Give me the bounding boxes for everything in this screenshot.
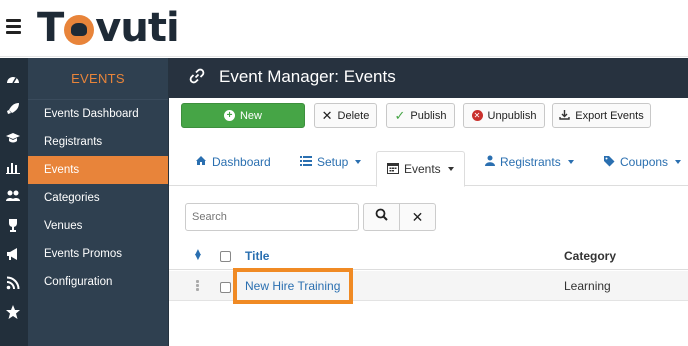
link-icon [189, 68, 205, 84]
publish-button[interactable]: ✓ Publish [386, 103, 455, 128]
events-sidebar: EVENTS Events Dashboard Registrants Even… [28, 58, 169, 346]
users-icon[interactable] [4, 188, 22, 206]
bar-chart-icon[interactable] [4, 159, 22, 177]
chevron-down-icon [355, 160, 362, 164]
home-icon [195, 155, 207, 169]
search-input[interactable] [185, 203, 359, 231]
download-icon [559, 109, 570, 123]
check-icon: ✓ [394, 107, 406, 123]
delete-button-label: Delete [337, 109, 370, 122]
logo-text-end: vuti [95, 5, 179, 51]
row-checkbox[interactable] [220, 282, 231, 293]
chevron-down-icon [567, 160, 574, 164]
delete-button[interactable]: ✕ Delete [314, 103, 377, 128]
user-icon [485, 155, 495, 169]
dashboard-icon[interactable] [4, 72, 22, 90]
chevron-down-icon [447, 167, 454, 171]
close-icon: ✕ [321, 107, 333, 123]
column-header-category: Category [564, 249, 617, 263]
highlight-box [233, 268, 353, 304]
icon-rail [0, 58, 28, 346]
close-icon: ✕ [411, 208, 424, 225]
new-button-label: New [239, 109, 262, 122]
tab-events[interactable]: Events [376, 151, 465, 187]
unpublish-icon: ✕ [471, 110, 483, 121]
top-bar: Tvuti [0, 0, 688, 57]
tab-coupons[interactable]: Coupons [603, 152, 682, 172]
list-icon [300, 155, 312, 169]
toolbar: + New ✕ Delete ✓ Publish ✕ Unpublish Exp… [169, 98, 688, 138]
tab-dashboard-label: Dashboard [212, 155, 271, 169]
chevron-down-icon [675, 160, 682, 164]
star-icon[interactable] [4, 304, 22, 322]
sidebar-item-events-promos[interactable]: Events Promos [28, 240, 168, 268]
event-category: Learning [564, 279, 611, 293]
export-events-button-label: Export Events [575, 109, 644, 122]
tab-setup[interactable]: Setup [300, 152, 362, 172]
tag-icon [603, 155, 615, 170]
sidebar-item-events[interactable]: Events [28, 156, 168, 184]
search-button[interactable] [363, 203, 400, 231]
megaphone-icon[interactable] [4, 246, 22, 264]
calendar-icon [387, 162, 399, 177]
page-header: Event Manager: Events [169, 58, 688, 98]
table-header: ▲ ▼ Title Category [169, 242, 688, 270]
new-button[interactable]: + New [181, 103, 305, 128]
sidebar-item-venues[interactable]: Venues [28, 212, 168, 240]
export-events-button[interactable]: Export Events [552, 103, 651, 128]
graduation-cap-icon[interactable] [4, 130, 22, 148]
sidebar-heading: EVENTS [28, 58, 168, 100]
sidebar-item-events-dashboard[interactable]: Events Dashboard [28, 100, 168, 128]
tab-setup-label: Setup [317, 155, 349, 169]
hamburger-menu-icon[interactable] [6, 19, 21, 34]
unpublish-button[interactable]: ✕ Unpublish [463, 103, 545, 128]
trophy-icon[interactable] [4, 217, 22, 235]
clear-search-button[interactable]: ✕ [399, 203, 436, 231]
logo-text-start: T [37, 5, 64, 51]
publish-button-label: Publish [410, 109, 447, 122]
rocket-icon[interactable] [4, 101, 22, 119]
page-title: Event Manager: Events [219, 67, 396, 86]
tab-bar: Dashboard Setup Events Registrants Coupo… [169, 138, 688, 187]
select-all-checkbox[interactable] [220, 251, 231, 262]
drag-handle-icon[interactable] [196, 280, 199, 292]
tab-coupons-label: Coupons [620, 155, 669, 169]
plus-circle-icon: + [223, 110, 235, 121]
column-header-title[interactable]: Title [245, 249, 269, 263]
elephant-logo-icon [64, 15, 95, 45]
tovuti-logo[interactable]: Tvuti [37, 4, 180, 52]
tab-registrants[interactable]: Registrants [485, 152, 574, 172]
tab-events-label: Events [404, 162, 441, 176]
sidebar-item-configuration[interactable]: Configuration [28, 268, 168, 296]
sort-icon[interactable]: ▲ ▼ [193, 248, 203, 263]
tab-registrants-label: Registrants [500, 155, 561, 169]
rss-icon[interactable] [4, 275, 22, 293]
unpublish-button-label: Unpublish [487, 109, 537, 122]
search-icon [375, 208, 388, 226]
tab-dashboard[interactable]: Dashboard [195, 152, 271, 172]
sidebar-item-registrants[interactable]: Registrants [28, 128, 168, 156]
sidebar-item-categories[interactable]: Categories [28, 184, 168, 212]
